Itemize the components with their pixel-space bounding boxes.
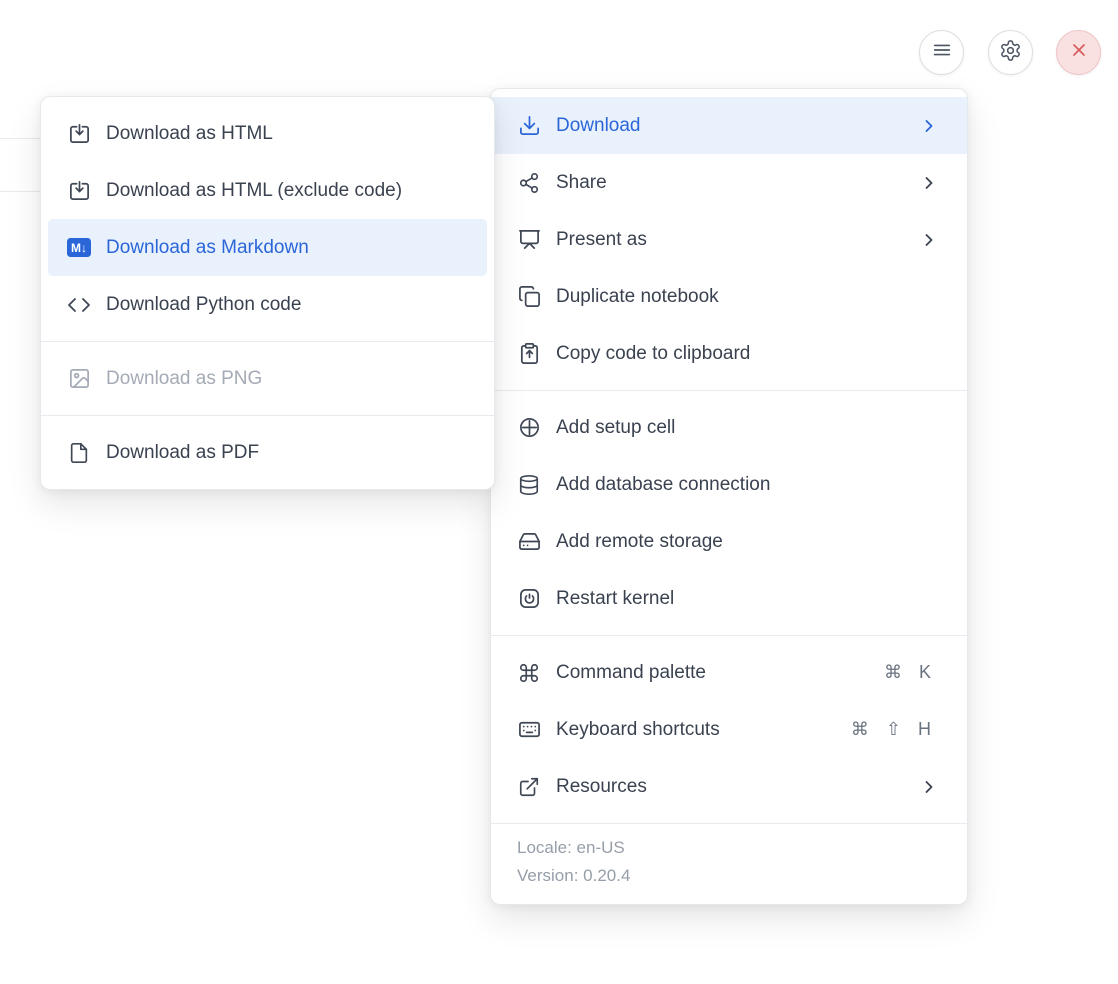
- menu-item-label: Share: [556, 172, 607, 194]
- menu-item-label: Download as HTML: [106, 123, 273, 145]
- menu-item-download-markdown[interactable]: M↓ Download as Markdown: [48, 219, 487, 276]
- menu-footer: Locale: en-US Version: 0.20.4: [491, 824, 967, 904]
- menu-item-label: Restart kernel: [556, 588, 674, 610]
- download-icon: [517, 114, 541, 138]
- plus-circle-icon: [517, 416, 541, 440]
- menu-item-label: Duplicate notebook: [556, 286, 719, 308]
- submenu-section-png: Download as PNG: [41, 342, 494, 415]
- menu-item-label: Download as PNG: [106, 368, 262, 390]
- menu-item-present-as[interactable]: Present as: [491, 211, 967, 268]
- code-icon: [67, 293, 91, 317]
- menu-item-label: Download Python code: [106, 294, 301, 316]
- close-icon: [1069, 40, 1089, 65]
- menu-item-label: Present as: [556, 229, 647, 251]
- markdown-icon: M↓: [67, 236, 91, 260]
- menu-item-label: Add database connection: [556, 474, 770, 496]
- duplicate-icon: [517, 285, 541, 309]
- menu-item-download-png: Download as PNG: [41, 350, 494, 407]
- gear-icon: [999, 39, 1022, 67]
- hamburger-icon: [931, 39, 953, 66]
- menu-item-keyboard-shortcuts[interactable]: Keyboard shortcuts ⌘ ⇧ H: [491, 701, 967, 758]
- shortcut-hint: ⌘ K: [884, 662, 937, 683]
- file-icon: [67, 441, 91, 465]
- presentation-icon: [517, 228, 541, 252]
- download-submenu-panel: Download as HTML Download as HTML (exclu…: [40, 96, 495, 490]
- chevron-right-icon: [921, 175, 937, 191]
- menu-item-download-python[interactable]: Download Python code: [41, 276, 494, 333]
- menu-item-label: Copy code to clipboard: [556, 343, 750, 365]
- locale-text: Locale: en-US: [517, 834, 941, 862]
- menu-item-label: Add setup cell: [556, 417, 675, 439]
- menu-item-add-remote-storage[interactable]: Add remote storage: [491, 513, 967, 570]
- menu-item-label: Keyboard shortcuts: [556, 719, 720, 741]
- menu-item-download-html[interactable]: Download as HTML: [41, 105, 494, 162]
- app-canvas: Download Share Present as: [0, 0, 1118, 984]
- chevron-right-icon: [921, 118, 937, 134]
- submenu-section-pdf: Download as PDF: [41, 416, 494, 489]
- menu-section-help: Command palette ⌘ K Keyboard shortcuts ⌘…: [491, 636, 967, 823]
- clipboard-icon: [517, 342, 541, 366]
- external-link-icon: [517, 775, 541, 799]
- menu-item-add-setup-cell[interactable]: Add setup cell: [491, 399, 967, 456]
- menu-item-resources[interactable]: Resources: [491, 758, 967, 815]
- menu-item-download[interactable]: Download: [491, 97, 967, 154]
- close-button[interactable]: [1056, 30, 1101, 75]
- menu-item-label: Resources: [556, 776, 647, 798]
- menu-item-label: Download as HTML (exclude code): [106, 180, 402, 202]
- menu-section-share: Download Share Present as: [491, 89, 967, 390]
- menu-item-add-database[interactable]: Add database connection: [491, 456, 967, 513]
- image-icon: [67, 367, 91, 391]
- menu-item-label: Download as PDF: [106, 442, 259, 464]
- notebook-menu-panel: Download Share Present as: [490, 88, 968, 905]
- chevron-right-icon: [921, 232, 937, 248]
- hard-drive-icon: [517, 530, 541, 554]
- power-icon: [517, 587, 541, 611]
- command-icon: [517, 661, 541, 685]
- menu-item-command-palette[interactable]: Command palette ⌘ K: [491, 644, 967, 701]
- share-icon: [517, 171, 541, 195]
- menu-item-download-html-exclude-code[interactable]: Download as HTML (exclude code): [41, 162, 494, 219]
- submenu-section-formats: Download as HTML Download as HTML (exclu…: [41, 97, 494, 341]
- menu-item-duplicate-notebook[interactable]: Duplicate notebook: [491, 268, 967, 325]
- menu-item-label: Download as Markdown: [106, 237, 309, 259]
- download-box-icon: [67, 122, 91, 146]
- keyboard-icon: [517, 718, 541, 742]
- menu-item-restart-kernel[interactable]: Restart kernel: [491, 570, 967, 627]
- menu-item-download-pdf[interactable]: Download as PDF: [41, 424, 494, 481]
- markdown-badge: M↓: [67, 238, 91, 257]
- version-text: Version: 0.20.4: [517, 862, 941, 890]
- menu-item-label: Download: [556, 115, 641, 137]
- notebook-cell-fragment: [0, 138, 41, 192]
- chevron-right-icon: [921, 779, 937, 795]
- settings-button[interactable]: [988, 30, 1033, 75]
- shortcut-hint: ⌘ ⇧ H: [851, 719, 937, 740]
- menu-item-copy-code[interactable]: Copy code to clipboard: [491, 325, 967, 382]
- notebook-menu-button[interactable]: [919, 30, 964, 75]
- download-box-icon: [67, 179, 91, 203]
- menu-item-label: Add remote storage: [556, 531, 723, 553]
- menu-section-kernel: Add setup cell Add database connection A…: [491, 391, 967, 635]
- menu-item-label: Command palette: [556, 662, 706, 684]
- menu-item-share[interactable]: Share: [491, 154, 967, 211]
- database-icon: [517, 473, 541, 497]
